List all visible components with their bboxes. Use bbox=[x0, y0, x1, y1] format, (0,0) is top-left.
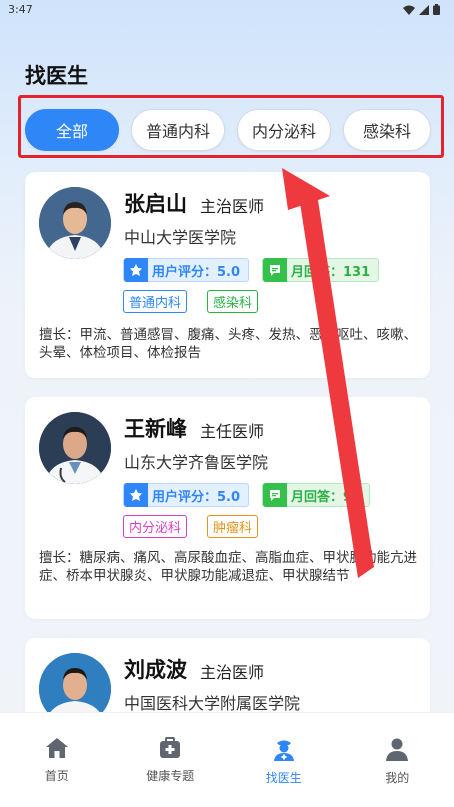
rating-badge: 用户评分：5.0 bbox=[123, 483, 250, 507]
chat-icon bbox=[263, 483, 287, 507]
doctor-title: 主治医师 bbox=[200, 197, 265, 216]
rating-label: 用户评分：5.0 bbox=[152, 264, 241, 280]
department-tag: 肿瘤科 bbox=[207, 515, 259, 538]
status-time: 3:47 bbox=[8, 3, 33, 16]
status-bar: 3:47 bbox=[0, 0, 454, 24]
tabbar-label: 健康专题 bbox=[146, 769, 195, 783]
signal-icon bbox=[419, 4, 429, 15]
rating-icon bbox=[124, 483, 148, 507]
doctor-name: 王新峰 bbox=[124, 417, 187, 441]
department-tag: 感染科 bbox=[207, 290, 259, 313]
tabbar-item-health-topics[interactable]: 健康专题 bbox=[114, 713, 228, 807]
page-title: 找医生 bbox=[25, 64, 88, 88]
filter-tab-infectious[interactable]: 感染科 bbox=[343, 109, 431, 151]
reply-badge: 月回答：97 bbox=[262, 483, 371, 507]
filter-tabs: 全部 普通内科 内分泌科 感染科 bbox=[25, 109, 431, 151]
avatar bbox=[39, 412, 111, 484]
doctor-icon bbox=[273, 740, 294, 761]
reply-label: 月回答：131 bbox=[291, 264, 371, 280]
filter-tab-all[interactable]: 全部 bbox=[25, 109, 119, 151]
doctor-title: 主治医师 bbox=[200, 663, 265, 682]
doctor-specialty: 擅长：糖尿病、痛风、高尿酸血症、高脂血症、甲状腺功能亢进症、桥本甲状腺炎、甲状腺… bbox=[39, 550, 417, 584]
tabbar-label: 首页 bbox=[44, 769, 69, 783]
doctor-title: 主任医师 bbox=[200, 422, 265, 441]
doctor-hospital: 中山大学医学院 bbox=[124, 228, 237, 247]
doctor-name: 刘成波 bbox=[124, 658, 187, 682]
avatar bbox=[39, 187, 111, 259]
chat-icon bbox=[263, 258, 287, 282]
doctor-card[interactable]: 王新峰 主任医师 山东大学齐鲁医学院 用户评分：5.0 月回答：97 内分泌科 … bbox=[25, 397, 430, 619]
filter-tab-endocrinology[interactable]: 内分泌科 bbox=[237, 109, 331, 151]
tabbar-item-find-doctor[interactable]: 找医生 bbox=[227, 713, 341, 807]
department-tag: 普通内科 bbox=[123, 290, 188, 313]
wifi-icon bbox=[403, 5, 415, 15]
tabbar-item-home[interactable]: 首页 bbox=[0, 713, 114, 807]
reply-badge: 月回答：131 bbox=[262, 258, 380, 282]
tabbar-label: 找医生 bbox=[265, 771, 302, 785]
tabbar-label: 我的 bbox=[385, 771, 410, 785]
doctor-hospital: 山东大学齐鲁医学院 bbox=[124, 453, 269, 472]
medkit-icon bbox=[160, 737, 181, 758]
doctor-name: 张启山 bbox=[124, 192, 187, 216]
tabbar-item-profile[interactable]: 我的 bbox=[341, 713, 454, 807]
user-icon bbox=[386, 738, 409, 761]
doctor-specialty: 擅长：甲流、普通感冒、腹痛、头疼、发热、恶心呕吐、咳嗽、头晕、体检项目、体检报告 bbox=[39, 327, 417, 361]
filter-tab-general-internal[interactable]: 普通内科 bbox=[131, 109, 225, 151]
doctor-hospital: 中国医科大学附属医学院 bbox=[124, 694, 301, 713]
battery-icon bbox=[433, 4, 440, 15]
rating-badge: 用户评分：5.0 bbox=[123, 258, 250, 282]
rating-label: 用户评分：5.0 bbox=[152, 489, 241, 505]
home-icon bbox=[45, 738, 68, 758]
status-icons bbox=[403, 4, 440, 15]
bottom-tabbar: 首页 健康专题 找医生 我的 bbox=[0, 712, 454, 807]
department-tag: 内分泌科 bbox=[123, 515, 188, 538]
rating-icon bbox=[124, 258, 148, 282]
reply-label: 月回答：97 bbox=[291, 489, 362, 505]
doctor-card[interactable]: 张启山 主治医师 中山大学医学院 用户评分：5.0 月回答：131 普通内科 感… bbox=[25, 172, 430, 378]
